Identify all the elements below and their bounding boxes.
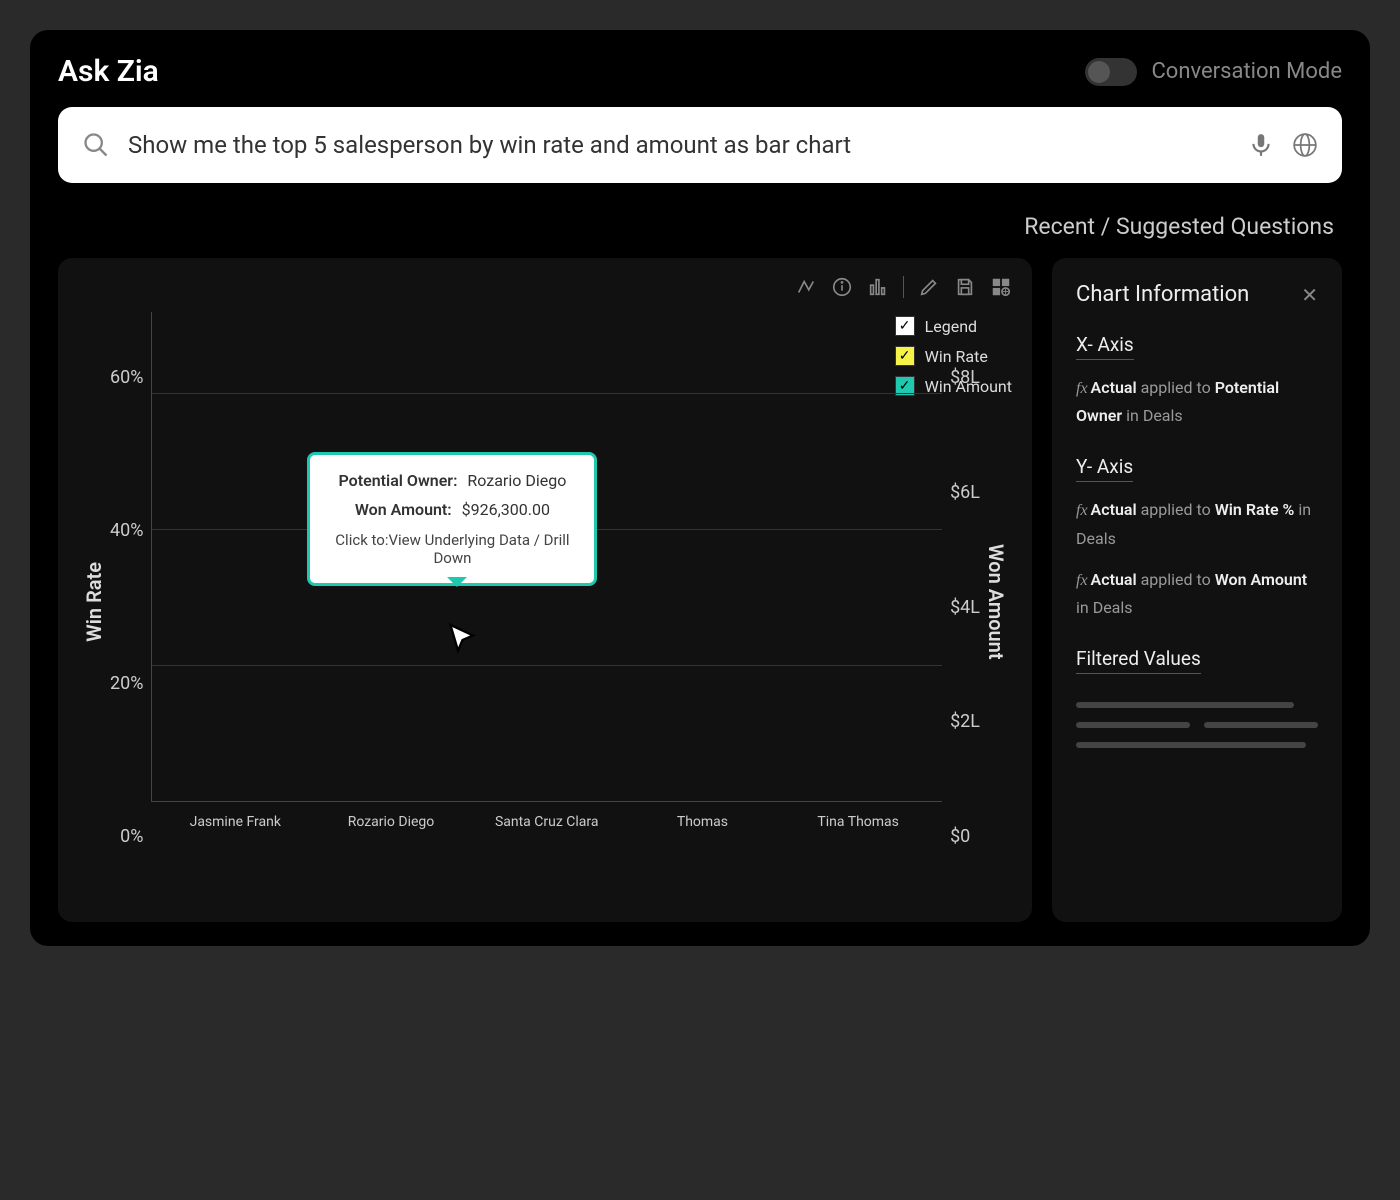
microphone-icon[interactable] bbox=[1248, 132, 1274, 158]
search-input[interactable] bbox=[128, 131, 1230, 159]
filtered-values-section: Filtered Values bbox=[1076, 647, 1318, 748]
tick: $2L bbox=[950, 711, 980, 732]
tick: $4L bbox=[950, 597, 980, 618]
plot-area: Potential Owner: Rozario Diego Won Amount… bbox=[151, 312, 942, 892]
info-icon[interactable] bbox=[831, 276, 853, 298]
dashboard-icon[interactable] bbox=[990, 276, 1012, 298]
tooltip-owner-value: Rozario Diego bbox=[467, 471, 566, 490]
close-icon[interactable]: ✕ bbox=[1301, 283, 1318, 307]
chart-body: Win Rate 60% 40% 20% 0% bbox=[78, 312, 1012, 892]
placeholder-bar bbox=[1076, 722, 1190, 728]
tooltip-owner-label: Potential Owner: bbox=[339, 471, 458, 490]
y-axis-right: $8L $6L $4L $2L $0 Won Amount bbox=[942, 312, 1012, 892]
tick: 60% bbox=[110, 367, 143, 388]
y-ticks-left: 60% 40% 20% 0% bbox=[110, 367, 151, 847]
y-axis-title: Y- Axis bbox=[1076, 455, 1133, 482]
toolbar-divider bbox=[903, 276, 904, 298]
x-axis-title: X- Axis bbox=[1076, 333, 1134, 360]
edit-icon[interactable] bbox=[918, 276, 940, 298]
tick: 0% bbox=[110, 826, 143, 847]
tick: $8L bbox=[950, 367, 980, 388]
chart-toolbar bbox=[78, 276, 1012, 298]
save-icon[interactable] bbox=[954, 276, 976, 298]
y-ticks-right: $8L $6L $4L $2L $0 bbox=[942, 367, 980, 847]
x-label: Thomas bbox=[632, 814, 772, 830]
tick: $0 bbox=[950, 826, 980, 847]
chart-tooltip[interactable]: Potential Owner: Rozario Diego Won Amount… bbox=[307, 452, 597, 586]
tooltip-amount-label: Won Amount: bbox=[355, 500, 452, 519]
chart-type-icon[interactable] bbox=[867, 276, 889, 298]
chart-panel: ✓Legend ✓Win Rate ✓Win Amount Win Rate 6… bbox=[58, 258, 1032, 922]
y-axis-left-label: Win Rate bbox=[78, 562, 110, 642]
x-label: Jasmine Frank bbox=[165, 814, 305, 830]
conversation-toggle[interactable] bbox=[1085, 58, 1137, 86]
globe-icon[interactable] bbox=[1292, 132, 1318, 158]
tick: 20% bbox=[110, 673, 143, 694]
cursor-icon bbox=[446, 622, 482, 658]
chart-info-panel: Chart Information ✕ X- Axis fxActual app… bbox=[1052, 258, 1342, 922]
conversation-label: Conversation Mode bbox=[1151, 59, 1342, 84]
filtered-values-title: Filtered Values bbox=[1076, 647, 1201, 674]
x-axis-section: X- Axis fxActual applied to Potential Ow… bbox=[1076, 333, 1318, 429]
x-label: Rozario Diego bbox=[321, 814, 461, 830]
content-area: ✓Legend ✓Win Rate ✓Win Amount Win Rate 6… bbox=[58, 258, 1342, 922]
tick: $6L bbox=[950, 482, 980, 503]
filter-placeholder bbox=[1076, 702, 1318, 748]
tooltip-cta: Click to:View Underlying Data / Drill Do… bbox=[330, 531, 574, 567]
y-axis-desc-2: fxActual applied to Won Amount in Deals bbox=[1076, 566, 1318, 621]
x-axis-desc: fxActual applied to Potential Owner in D… bbox=[1076, 374, 1318, 429]
tick: 40% bbox=[110, 520, 143, 541]
info-header: Chart Information ✕ bbox=[1076, 282, 1318, 307]
header: Ask Zia Conversation Mode bbox=[58, 54, 1342, 89]
x-label: Tina Thomas bbox=[788, 814, 928, 830]
y-axis-right-label: Won Amount bbox=[980, 544, 1012, 660]
x-axis-labels: Jasmine Frank Rozario Diego Santa Cruz Cla… bbox=[151, 802, 942, 830]
x-label: Santa Cruz Clara bbox=[477, 814, 617, 830]
y-axis-section: Y- Axis fxActual applied to Win Rate % i… bbox=[1076, 455, 1318, 621]
app-window: Ask Zia Conversation Mode Recent / Sugge… bbox=[30, 30, 1370, 946]
placeholder-bar bbox=[1076, 742, 1306, 748]
search-icon bbox=[82, 131, 110, 159]
info-title: Chart Information bbox=[1076, 282, 1249, 307]
zia-icon[interactable] bbox=[795, 276, 817, 298]
conversation-mode-control: Conversation Mode bbox=[1085, 58, 1342, 86]
search-bar bbox=[58, 107, 1342, 183]
tooltip-amount-value: $926,300.00 bbox=[462, 500, 550, 519]
plot[interactable]: Potential Owner: Rozario Diego Won Amount… bbox=[151, 312, 942, 802]
placeholder-bar bbox=[1204, 722, 1318, 728]
y-axis-desc-1: fxActual applied to Win Rate % in Deals bbox=[1076, 496, 1318, 551]
suggested-questions-label[interactable]: Recent / Suggested Questions bbox=[58, 213, 1342, 240]
y-axis-left: Win Rate 60% 40% 20% 0% bbox=[78, 312, 151, 892]
placeholder-bar bbox=[1076, 702, 1294, 708]
app-title: Ask Zia bbox=[58, 54, 159, 89]
